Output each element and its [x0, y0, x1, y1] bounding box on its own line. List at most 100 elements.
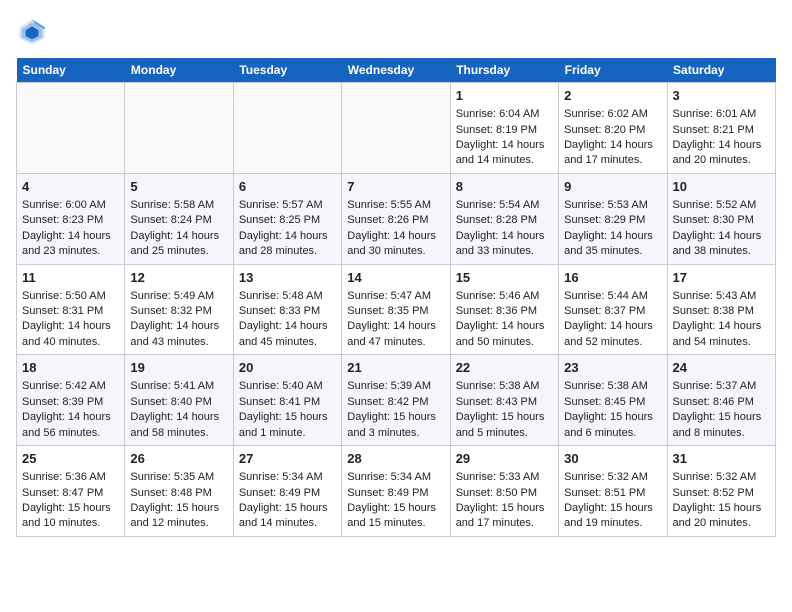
- day-info: Daylight: 14 hours: [456, 138, 553, 153]
- day-info: Daylight: 15 hours: [456, 410, 553, 425]
- day-info: Sunrise: 5:36 AM: [22, 470, 119, 485]
- day-info: Daylight: 14 hours: [22, 229, 119, 244]
- calendar-cell: 15Sunrise: 5:46 AMSunset: 8:36 PMDayligh…: [450, 264, 558, 355]
- day-info: Sunrise: 5:35 AM: [130, 470, 227, 485]
- day-info: Sunrise: 5:55 AM: [347, 198, 444, 213]
- day-info: Daylight: 14 hours: [130, 319, 227, 334]
- day-info: Sunset: 8:43 PM: [456, 395, 553, 410]
- day-info: Sunset: 8:26 PM: [347, 213, 444, 228]
- day-info: Sunrise: 5:50 AM: [22, 289, 119, 304]
- calendar-cell: 17Sunrise: 5:43 AMSunset: 8:38 PMDayligh…: [667, 264, 775, 355]
- day-info: Sunrise: 6:00 AM: [22, 198, 119, 213]
- day-info: Sunrise: 5:44 AM: [564, 289, 661, 304]
- day-info: Sunset: 8:51 PM: [564, 486, 661, 501]
- day-info: and 1 minute.: [239, 426, 336, 441]
- day-info: and 40 minutes.: [22, 335, 119, 350]
- day-number: 4: [22, 178, 119, 196]
- calendar-cell: [342, 83, 450, 174]
- day-info: Sunset: 8:49 PM: [347, 486, 444, 501]
- day-info: Daylight: 15 hours: [347, 410, 444, 425]
- day-info: Daylight: 14 hours: [673, 138, 770, 153]
- day-number: 16: [564, 269, 661, 287]
- day-info: Daylight: 14 hours: [22, 410, 119, 425]
- calendar-cell: 4Sunrise: 6:00 AMSunset: 8:23 PMDaylight…: [17, 173, 125, 264]
- day-number: 25: [22, 450, 119, 468]
- day-info: Daylight: 15 hours: [456, 501, 553, 516]
- day-info: and 14 minutes.: [456, 153, 553, 168]
- day-number: 21: [347, 359, 444, 377]
- day-info: and 10 minutes.: [22, 516, 119, 531]
- day-info: and 56 minutes.: [22, 426, 119, 441]
- day-number: 27: [239, 450, 336, 468]
- day-info: and 23 minutes.: [22, 244, 119, 259]
- day-info: Daylight: 15 hours: [239, 410, 336, 425]
- calendar-cell: 3 Sunrise: 6:01 AMSunset: 8:21 PMDaylight…: [667, 83, 775, 174]
- day-info: Sunset: 8:40 PM: [130, 395, 227, 410]
- day-info: Sunrise: 5:53 AM: [564, 198, 661, 213]
- day-number: 29: [456, 450, 553, 468]
- day-info: Sunset: 8:21 PM: [673, 123, 770, 138]
- day-info: Daylight: 14 hours: [130, 229, 227, 244]
- day-info: and 38 minutes.: [673, 244, 770, 259]
- day-info: Sunrise: 5:57 AM: [239, 198, 336, 213]
- day-number: 28: [347, 450, 444, 468]
- day-info: and 54 minutes.: [673, 335, 770, 350]
- day-info: Sunrise: 5:52 AM: [673, 198, 770, 213]
- calendar-cell: 5Sunrise: 5:58 AMSunset: 8:24 PMDaylight…: [125, 173, 233, 264]
- day-info: Sunset: 8:19 PM: [456, 123, 553, 138]
- day-info: Sunset: 8:42 PM: [347, 395, 444, 410]
- day-number: 8: [456, 178, 553, 196]
- day-info: Sunset: 8:35 PM: [347, 304, 444, 319]
- calendar-cell: 26Sunrise: 5:35 AMSunset: 8:48 PMDayligh…: [125, 446, 233, 537]
- calendar-cell: [17, 83, 125, 174]
- day-info: Sunrise: 6:02 AM: [564, 107, 661, 122]
- day-info: and 20 minutes.: [673, 153, 770, 168]
- day-info: Sunset: 8:45 PM: [564, 395, 661, 410]
- day-info: Sunrise: 5:38 AM: [564, 379, 661, 394]
- day-info: Daylight: 14 hours: [22, 319, 119, 334]
- calendar-cell: 12Sunrise: 5:49 AMSunset: 8:32 PMDayligh…: [125, 264, 233, 355]
- day-info: and 3 minutes.: [347, 426, 444, 441]
- day-info: Daylight: 14 hours: [564, 138, 661, 153]
- day-info: Daylight: 14 hours: [564, 229, 661, 244]
- day-number: 19: [130, 359, 227, 377]
- calendar-cell: 22Sunrise: 5:38 AMSunset: 8:43 PMDayligh…: [450, 355, 558, 446]
- day-number: 9: [564, 178, 661, 196]
- calendar-cell: [125, 83, 233, 174]
- day-info: Sunrise: 5:34 AM: [347, 470, 444, 485]
- calendar-cell: 9Sunrise: 5:53 AMSunset: 8:29 PMDaylight…: [559, 173, 667, 264]
- calendar-cell: 7Sunrise: 5:55 AMSunset: 8:26 PMDaylight…: [342, 173, 450, 264]
- day-info: Sunrise: 5:49 AM: [130, 289, 227, 304]
- day-info: and 15 minutes.: [347, 516, 444, 531]
- day-info: Daylight: 14 hours: [564, 319, 661, 334]
- day-info: Sunrise: 5:58 AM: [130, 198, 227, 213]
- day-number: 6: [239, 178, 336, 196]
- calendar-cell: 13Sunrise: 5:48 AMSunset: 8:33 PMDayligh…: [233, 264, 341, 355]
- day-number: 26: [130, 450, 227, 468]
- day-info: Sunset: 8:41 PM: [239, 395, 336, 410]
- day-info: and 33 minutes.: [456, 244, 553, 259]
- day-info: Sunset: 8:33 PM: [239, 304, 336, 319]
- day-info: Daylight: 15 hours: [673, 410, 770, 425]
- day-number: 3: [673, 87, 770, 105]
- calendar-cell: 1Sunrise: 6:04 AMSunset: 8:19 PMDaylight…: [450, 83, 558, 174]
- day-info: Sunset: 8:36 PM: [456, 304, 553, 319]
- day-number: 18: [22, 359, 119, 377]
- day-info: Sunrise: 5:37 AM: [673, 379, 770, 394]
- day-info: Sunset: 8:47 PM: [22, 486, 119, 501]
- day-number: 17: [673, 269, 770, 287]
- day-info: and 30 minutes.: [347, 244, 444, 259]
- day-info: Sunset: 8:25 PM: [239, 213, 336, 228]
- day-info: Daylight: 14 hours: [130, 410, 227, 425]
- day-info: and 28 minutes.: [239, 244, 336, 259]
- day-info: Sunset: 8:32 PM: [130, 304, 227, 319]
- day-info: and 14 minutes.: [239, 516, 336, 531]
- day-number: 10: [673, 178, 770, 196]
- day-info: Sunset: 8:52 PM: [673, 486, 770, 501]
- day-info: Sunrise: 5:47 AM: [347, 289, 444, 304]
- day-info: Sunrise: 5:41 AM: [130, 379, 227, 394]
- day-info: Daylight: 15 hours: [130, 501, 227, 516]
- day-info: Sunset: 8:20 PM: [564, 123, 661, 138]
- day-info: Sunrise: 6:01 AM: [673, 107, 770, 122]
- day-info: Daylight: 15 hours: [239, 501, 336, 516]
